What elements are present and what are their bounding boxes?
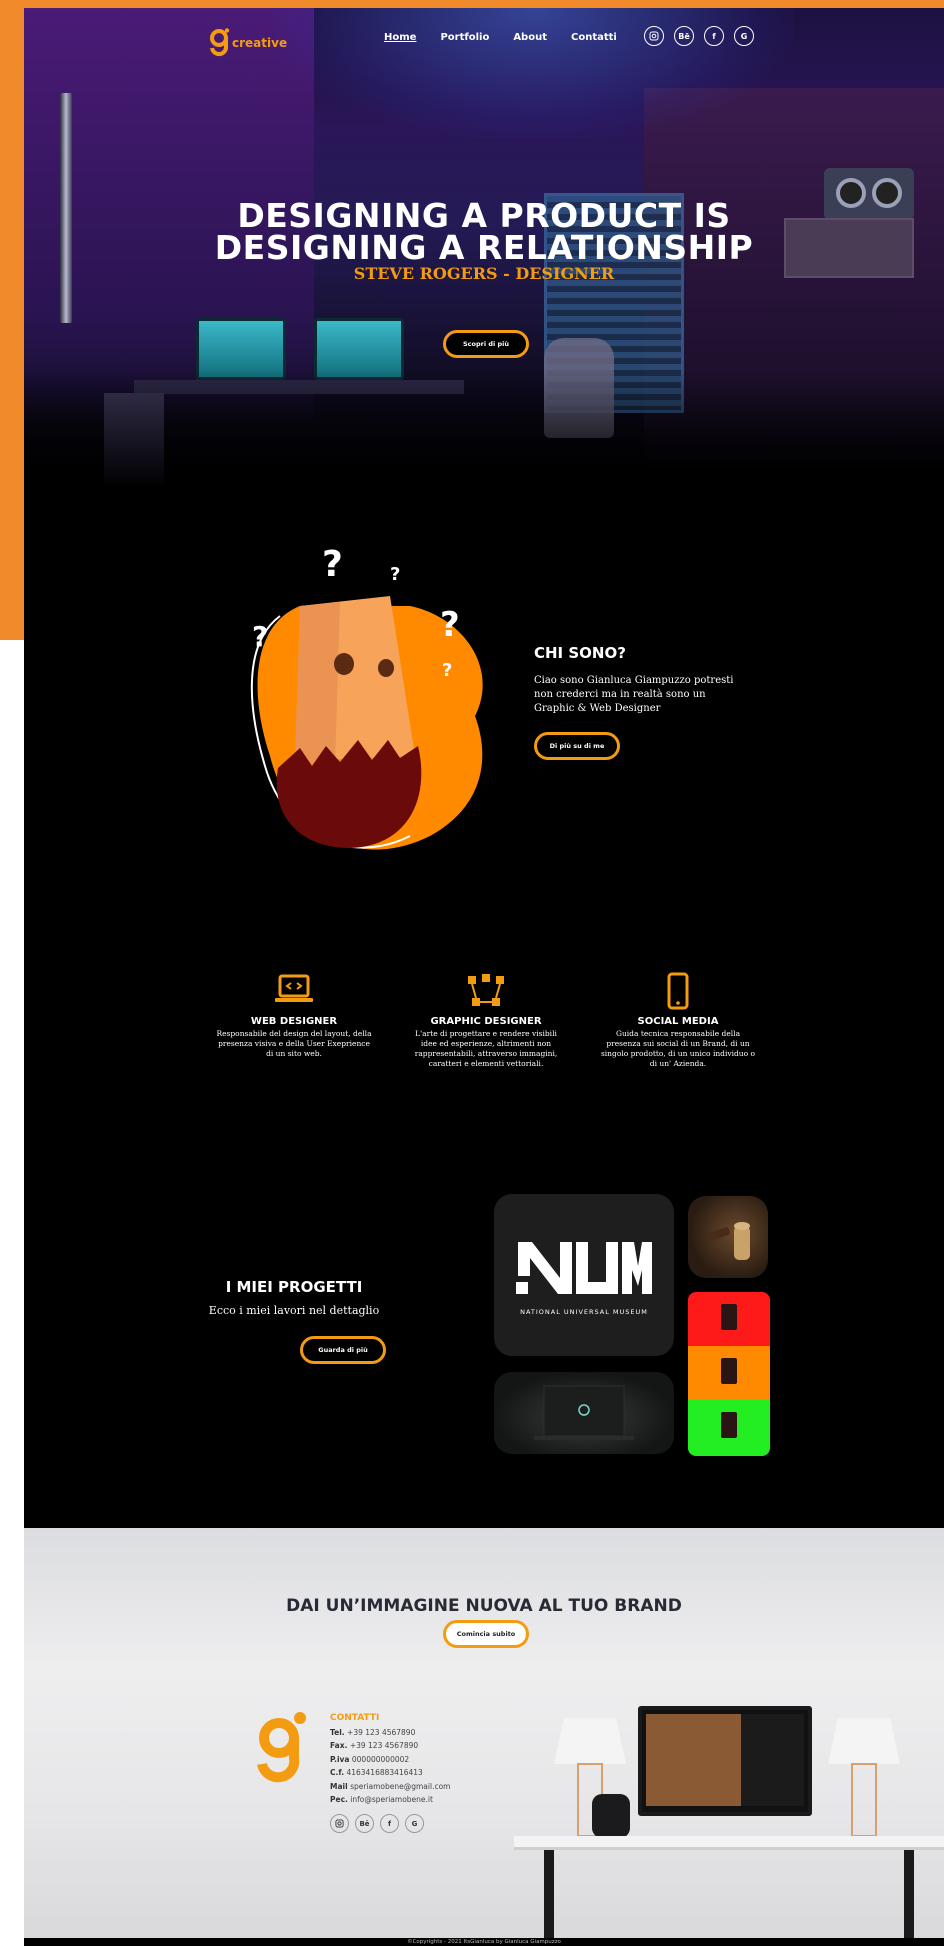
behance-icon[interactable]: Bē bbox=[674, 26, 694, 46]
laptop-mockup-image bbox=[534, 1385, 634, 1440]
contact-label: C.f. bbox=[330, 1768, 345, 1777]
projects-title: I MIEI PROGETTI bbox=[225, 1278, 363, 1296]
google-icon[interactable]: G bbox=[734, 26, 754, 46]
speaker-image bbox=[592, 1794, 630, 1838]
smartphone-icon bbox=[667, 972, 689, 1010]
svg-text:?: ? bbox=[252, 620, 268, 653]
contact-title: CONTATTI bbox=[330, 1713, 380, 1723]
service-desc: Guida tecnica responsabile della presenz… bbox=[600, 1029, 756, 1068]
contact-row: C.f. 4163416883416413 bbox=[330, 1766, 450, 1780]
contact-value: 000000000002 bbox=[351, 1754, 410, 1764]
facebook-icon[interactable]: f bbox=[380, 1814, 399, 1833]
contact-value[interactable]: info@speriamobene.it bbox=[350, 1795, 433, 1804]
google-icon[interactable]: G bbox=[405, 1814, 424, 1833]
contact-label: P.iva bbox=[330, 1754, 350, 1764]
contact-row: Pec. info@speriamobene.it bbox=[330, 1793, 450, 1807]
contact-row: Fax. +39 123 4567890 bbox=[330, 1739, 450, 1753]
contact-value[interactable]: speriamobene@gmail.com bbox=[350, 1782, 450, 1791]
svg-text:?: ? bbox=[322, 544, 343, 585]
package-image bbox=[721, 1358, 737, 1384]
hero-title-line-2: DESIGNING A RELATIONSHIP bbox=[214, 228, 754, 267]
svg-text:?: ? bbox=[440, 605, 460, 645]
logo-text: creative bbox=[232, 36, 288, 50]
contact-value: 4163416883416413 bbox=[346, 1768, 423, 1777]
service-title: GRAPHIC DESIGNER bbox=[430, 1016, 542, 1027]
wine-cork-image bbox=[708, 1222, 750, 1260]
num-logo-image bbox=[516, 1242, 652, 1294]
service-title: SOCIAL MEDIA bbox=[637, 1016, 719, 1027]
service-graphic-designer: GRAPHIC DESIGNER L'arte di progettare e … bbox=[406, 972, 566, 1069]
brand-logo[interactable]: creative bbox=[210, 28, 287, 58]
service-desc: Responsabile del design del layout, dell… bbox=[216, 1029, 372, 1058]
service-social-media: SOCIAL MEDIA Guida tecnica responsabile … bbox=[598, 972, 758, 1069]
laptop-code-icon bbox=[275, 974, 313, 1002]
service-web-designer: WEB DESIGNER Responsabile del design del… bbox=[214, 972, 374, 1059]
orange-side-band bbox=[0, 0, 24, 640]
contact-label: Pec. bbox=[330, 1795, 348, 1804]
contact-label: Fax. bbox=[330, 1741, 348, 1750]
about-text: Ciao sono Gianluca Giampuzzo potresti no… bbox=[534, 675, 734, 714]
contact-value: +39 123 4567890 bbox=[349, 1741, 419, 1750]
project-card-wine[interactable] bbox=[688, 1196, 768, 1278]
footer-copyright: ©Copyrights - 2021 ItsGianluca by Gianlu… bbox=[407, 1939, 561, 1945]
lamp-image bbox=[828, 1718, 900, 1837]
nav-link-about[interactable]: About bbox=[513, 32, 547, 43]
nav-social-icons: Bē f G bbox=[644, 26, 754, 46]
service-title: WEB DESIGNER bbox=[250, 1016, 338, 1027]
contact-label: Mail bbox=[330, 1781, 348, 1791]
discover-button[interactable]: Scopri di più bbox=[443, 330, 529, 358]
hero-bg-fade bbox=[24, 368, 944, 488]
desk-image bbox=[514, 1836, 944, 1850]
cta-title: DAI UN’IMMAGINE NUOVA AL TUO BRAND bbox=[286, 1596, 682, 1616]
svg-text:?: ? bbox=[442, 660, 452, 681]
contact-label: Tel. bbox=[330, 1727, 345, 1737]
projects-subtitle: Ecco i miei lavori nel dettaglio bbox=[208, 1304, 380, 1317]
contact-row: Mail speriamobene@gmail.com bbox=[330, 1780, 450, 1794]
package-image bbox=[721, 1412, 737, 1438]
nav-links: Home Portfolio About Contatti bbox=[384, 32, 617, 43]
behance-icon[interactable]: Bē bbox=[355, 1814, 374, 1833]
about-more-button[interactable]: Di più su di me bbox=[534, 732, 620, 760]
about-title: CHI SONO? bbox=[534, 644, 626, 662]
desk-leg bbox=[544, 1850, 554, 1946]
contact-row: P.iva 000000000002 bbox=[330, 1753, 450, 1767]
contact-value[interactable]: +39 123 4567890 bbox=[347, 1728, 415, 1737]
nav-link-portfolio[interactable]: Portfolio bbox=[440, 32, 489, 43]
vector-nodes-icon bbox=[468, 974, 504, 1006]
logo-g-icon bbox=[210, 28, 230, 57]
orange-top-band bbox=[0, 0, 944, 8]
paper-bag-head-illustration: ? ? ? ? ? bbox=[250, 544, 483, 850]
instagram-icon[interactable] bbox=[330, 1814, 349, 1833]
nav-link-home[interactable]: Home bbox=[384, 32, 416, 43]
top-nav: creative Home Portfolio About Contatti B… bbox=[24, 20, 944, 64]
hero-section: creative Home Portfolio About Contatti B… bbox=[24, 8, 944, 488]
instagram-icon[interactable] bbox=[644, 26, 664, 46]
facebook-icon[interactable]: f bbox=[704, 26, 724, 46]
hero-title: DESIGNING A PRODUCT IS DESIGNING A RELAT… bbox=[24, 199, 944, 267]
project-card-num[interactable]: NATIONAL UNIVERSAL MUSEUM bbox=[494, 1194, 674, 1356]
page-root: creative Home Portfolio About Contatti B… bbox=[0, 0, 944, 1946]
service-desc: L'arte di progettare e rendere visibili … bbox=[414, 1029, 558, 1068]
desk-leg bbox=[904, 1850, 914, 1946]
contact-social-icons: Bē f G bbox=[330, 1814, 424, 1833]
num-caption: NATIONAL UNIVERSAL MUSEUM bbox=[520, 1308, 648, 1316]
hero-subtitle: STEVE ROGERS - DESIGNER bbox=[353, 264, 615, 283]
contact-block: CONTATTI Tel. +39 123 4567890 Fax. +39 1… bbox=[330, 1712, 450, 1807]
contact-logo-g-icon bbox=[257, 1712, 306, 1783]
website-page: creative Home Portfolio About Contatti B… bbox=[24, 8, 944, 1946]
project-card-laptop[interactable] bbox=[494, 1372, 674, 1454]
package-image bbox=[721, 1304, 737, 1330]
contact-row: Tel. +39 123 4567890 bbox=[330, 1726, 450, 1740]
nav-link-contatti[interactable]: Contatti bbox=[571, 32, 617, 43]
project-card-packaging[interactable] bbox=[688, 1292, 770, 1456]
monitor-mockup-image bbox=[638, 1706, 812, 1816]
start-now-button[interactable]: Comincia subito bbox=[443, 1620, 529, 1648]
svg-text:?: ? bbox=[390, 564, 400, 585]
projects-more-button[interactable]: Guarda di più bbox=[300, 1336, 386, 1364]
